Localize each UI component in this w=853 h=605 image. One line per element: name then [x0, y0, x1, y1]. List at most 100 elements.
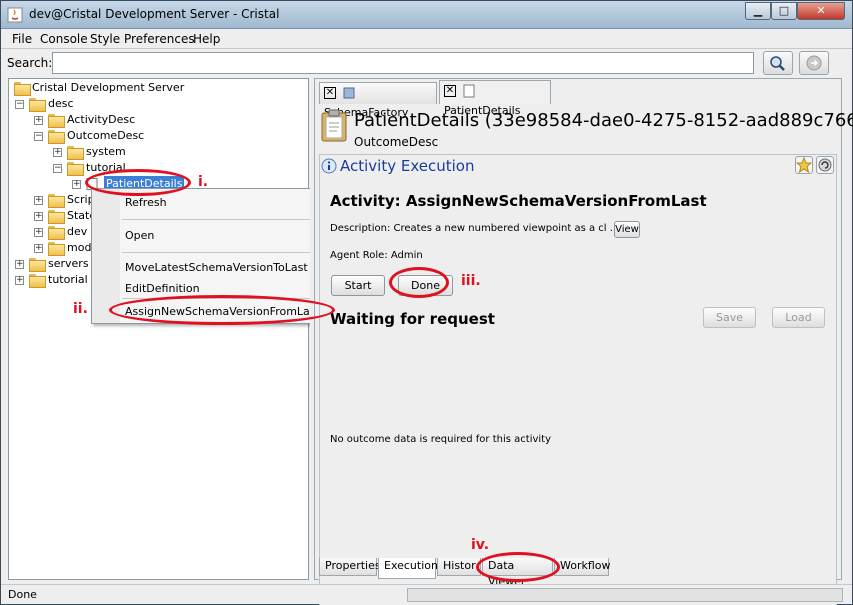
- execution-panel: Activity Execution Activity: AssignNewSc…: [319, 154, 837, 605]
- search-button[interactable]: [763, 51, 793, 75]
- context-menu: Refresh Open MoveLatestSchemaVersionToLa…: [91, 188, 329, 324]
- folder-icon: [48, 210, 65, 224]
- tab-data-viewer[interactable]: Data Viewer: [482, 558, 553, 588]
- menu-preferences[interactable]: Preferences: [124, 32, 195, 46]
- tree-item-label: OutcomeDesc: [67, 129, 145, 142]
- menu-gutter: [92, 189, 120, 323]
- menu-help[interactable]: Help: [193, 32, 220, 46]
- close-window-button[interactable]: ✕: [797, 2, 845, 20]
- agent-role: Agent Role: Admin: [330, 250, 423, 261]
- maximize-button[interactable]: □: [771, 2, 797, 20]
- folder-icon: [48, 114, 65, 128]
- done-button[interactable]: Done: [398, 275, 453, 296]
- expand-icon[interactable]: +: [72, 180, 81, 189]
- expand-icon[interactable]: +: [34, 228, 43, 237]
- tree-item-label: tutorial: [86, 161, 126, 174]
- refresh-button[interactable]: [816, 156, 834, 174]
- tree-item-label: dev: [67, 225, 88, 238]
- expand-icon[interactable]: +: [34, 196, 43, 205]
- folder-icon: [29, 98, 46, 112]
- menu-item-edit-definition[interactable]: EditDefinition: [125, 282, 200, 295]
- menu-file[interactable]: File: [12, 32, 32, 46]
- menu-item-refresh[interactable]: Refresh: [125, 196, 167, 209]
- expand-icon[interactable]: +: [34, 212, 43, 221]
- favourite-button[interactable]: [795, 156, 813, 174]
- start-button[interactable]: Start: [331, 275, 385, 296]
- folder-icon: [14, 82, 31, 96]
- folder-icon: [67, 146, 84, 160]
- expand-icon[interactable]: +: [15, 260, 24, 269]
- annotation-iii: iii.: [461, 273, 481, 289]
- search-bar: Search:: [1, 49, 852, 77]
- clipboard-icon: [321, 109, 347, 142]
- expand-icon[interactable]: +: [15, 276, 24, 285]
- tree-item-label: desc: [48, 97, 74, 110]
- tree-item-label: ActivityDesc: [67, 113, 136, 126]
- java-app-icon: [7, 7, 23, 23]
- title-bar: dev@Cristal Development Server - Cristal…: [1, 1, 852, 29]
- star-icon: [795, 156, 813, 174]
- tab-history[interactable]: Histor: [437, 558, 481, 576]
- annotation-ii: ii.: [73, 301, 88, 317]
- schema-icon: [343, 87, 354, 99]
- activity-description: Description: Creates a new numbered view…: [330, 223, 620, 234]
- application-window: dev@Cristal Development Server - Cristal…: [0, 0, 853, 605]
- load-button[interactable]: Load: [772, 307, 825, 328]
- tree-root-label: Cristal Development Server: [32, 81, 185, 94]
- view-button[interactable]: View: [614, 221, 640, 238]
- menu-item-open[interactable]: Open: [125, 229, 154, 242]
- tab-properties[interactable]: Properties: [319, 558, 381, 576]
- minimize-button[interactable]: ▁: [745, 2, 771, 20]
- tree-item-label: system: [86, 145, 126, 158]
- folder-icon: [29, 274, 46, 288]
- folder-icon: [48, 242, 65, 256]
- status-text: Done: [8, 588, 37, 601]
- menu-console[interactable]: Console: [40, 32, 88, 46]
- annotation-i: i.: [198, 174, 209, 190]
- bottom-tab-bar: Properties Execution Histor Data Viewer …: [319, 558, 837, 588]
- window-title: dev@Cristal Development Server - Cristal: [29, 7, 280, 21]
- item-type: OutcomeDesc: [354, 135, 439, 149]
- expand-icon[interactable]: +: [53, 148, 62, 157]
- menu-style[interactable]: Style: [90, 32, 120, 46]
- tab-workflow[interactable]: Workflow: [554, 558, 611, 576]
- tab-schemafactory[interactable]: ✕ SchemaFactory: [319, 82, 437, 119]
- go-arrow-icon: [806, 55, 822, 71]
- reload-icon: [818, 158, 832, 172]
- collapse-icon[interactable]: −: [15, 100, 24, 109]
- go-button[interactable]: [799, 51, 829, 75]
- magnifier-icon: [770, 56, 785, 71]
- detail-pane: ✕ SchemaFactory ✕ PatientDetails Patient…: [314, 78, 853, 605]
- document-icon: [463, 84, 474, 98]
- waiting-status: Waiting for request: [330, 310, 495, 328]
- info-icon: [321, 158, 337, 174]
- tab-patientdetails[interactable]: ✕ PatientDetails: [439, 80, 551, 117]
- activity-title: Activity: AssignNewSchemaVersionFromLast: [330, 192, 707, 210]
- menu-bar: File Console Style Preferences Help: [1, 29, 852, 49]
- annotation-iv: iv.: [471, 537, 490, 553]
- menu-item-move-latest-schema[interactable]: MoveLatestSchemaVersionToLast: [125, 261, 308, 274]
- close-tab-icon[interactable]: ✕: [444, 85, 456, 97]
- folder-icon: [48, 194, 65, 208]
- menu-separator: [122, 219, 326, 220]
- close-tab-icon[interactable]: ✕: [324, 87, 336, 99]
- collapse-icon[interactable]: −: [34, 132, 43, 141]
- tree-item-label: servers: [48, 257, 89, 270]
- search-label: Search:: [7, 56, 53, 70]
- collapse-icon[interactable]: −: [53, 164, 62, 173]
- progress-bar: [407, 588, 843, 602]
- expand-icon[interactable]: +: [34, 116, 43, 125]
- tab-execution[interactable]: Execution: [378, 558, 438, 579]
- menu-separator: [122, 252, 326, 253]
- search-input[interactable]: [52, 52, 754, 74]
- tree-item-label: tutorial: [48, 273, 88, 286]
- menu-separator: [122, 298, 326, 299]
- folder-icon: [48, 130, 65, 144]
- tree-pane[interactable]: Cristal Development Server − desc + Acti…: [8, 78, 309, 580]
- save-button[interactable]: Save: [703, 307, 756, 328]
- menu-item-assign-new-schema[interactable]: AssignNewSchemaVersionFromLast: [125, 305, 320, 318]
- expand-icon[interactable]: +: [34, 244, 43, 253]
- section-title: Activity Execution: [340, 157, 475, 175]
- minimize-icon: ▁: [753, 4, 763, 17]
- folder-icon: [48, 226, 65, 240]
